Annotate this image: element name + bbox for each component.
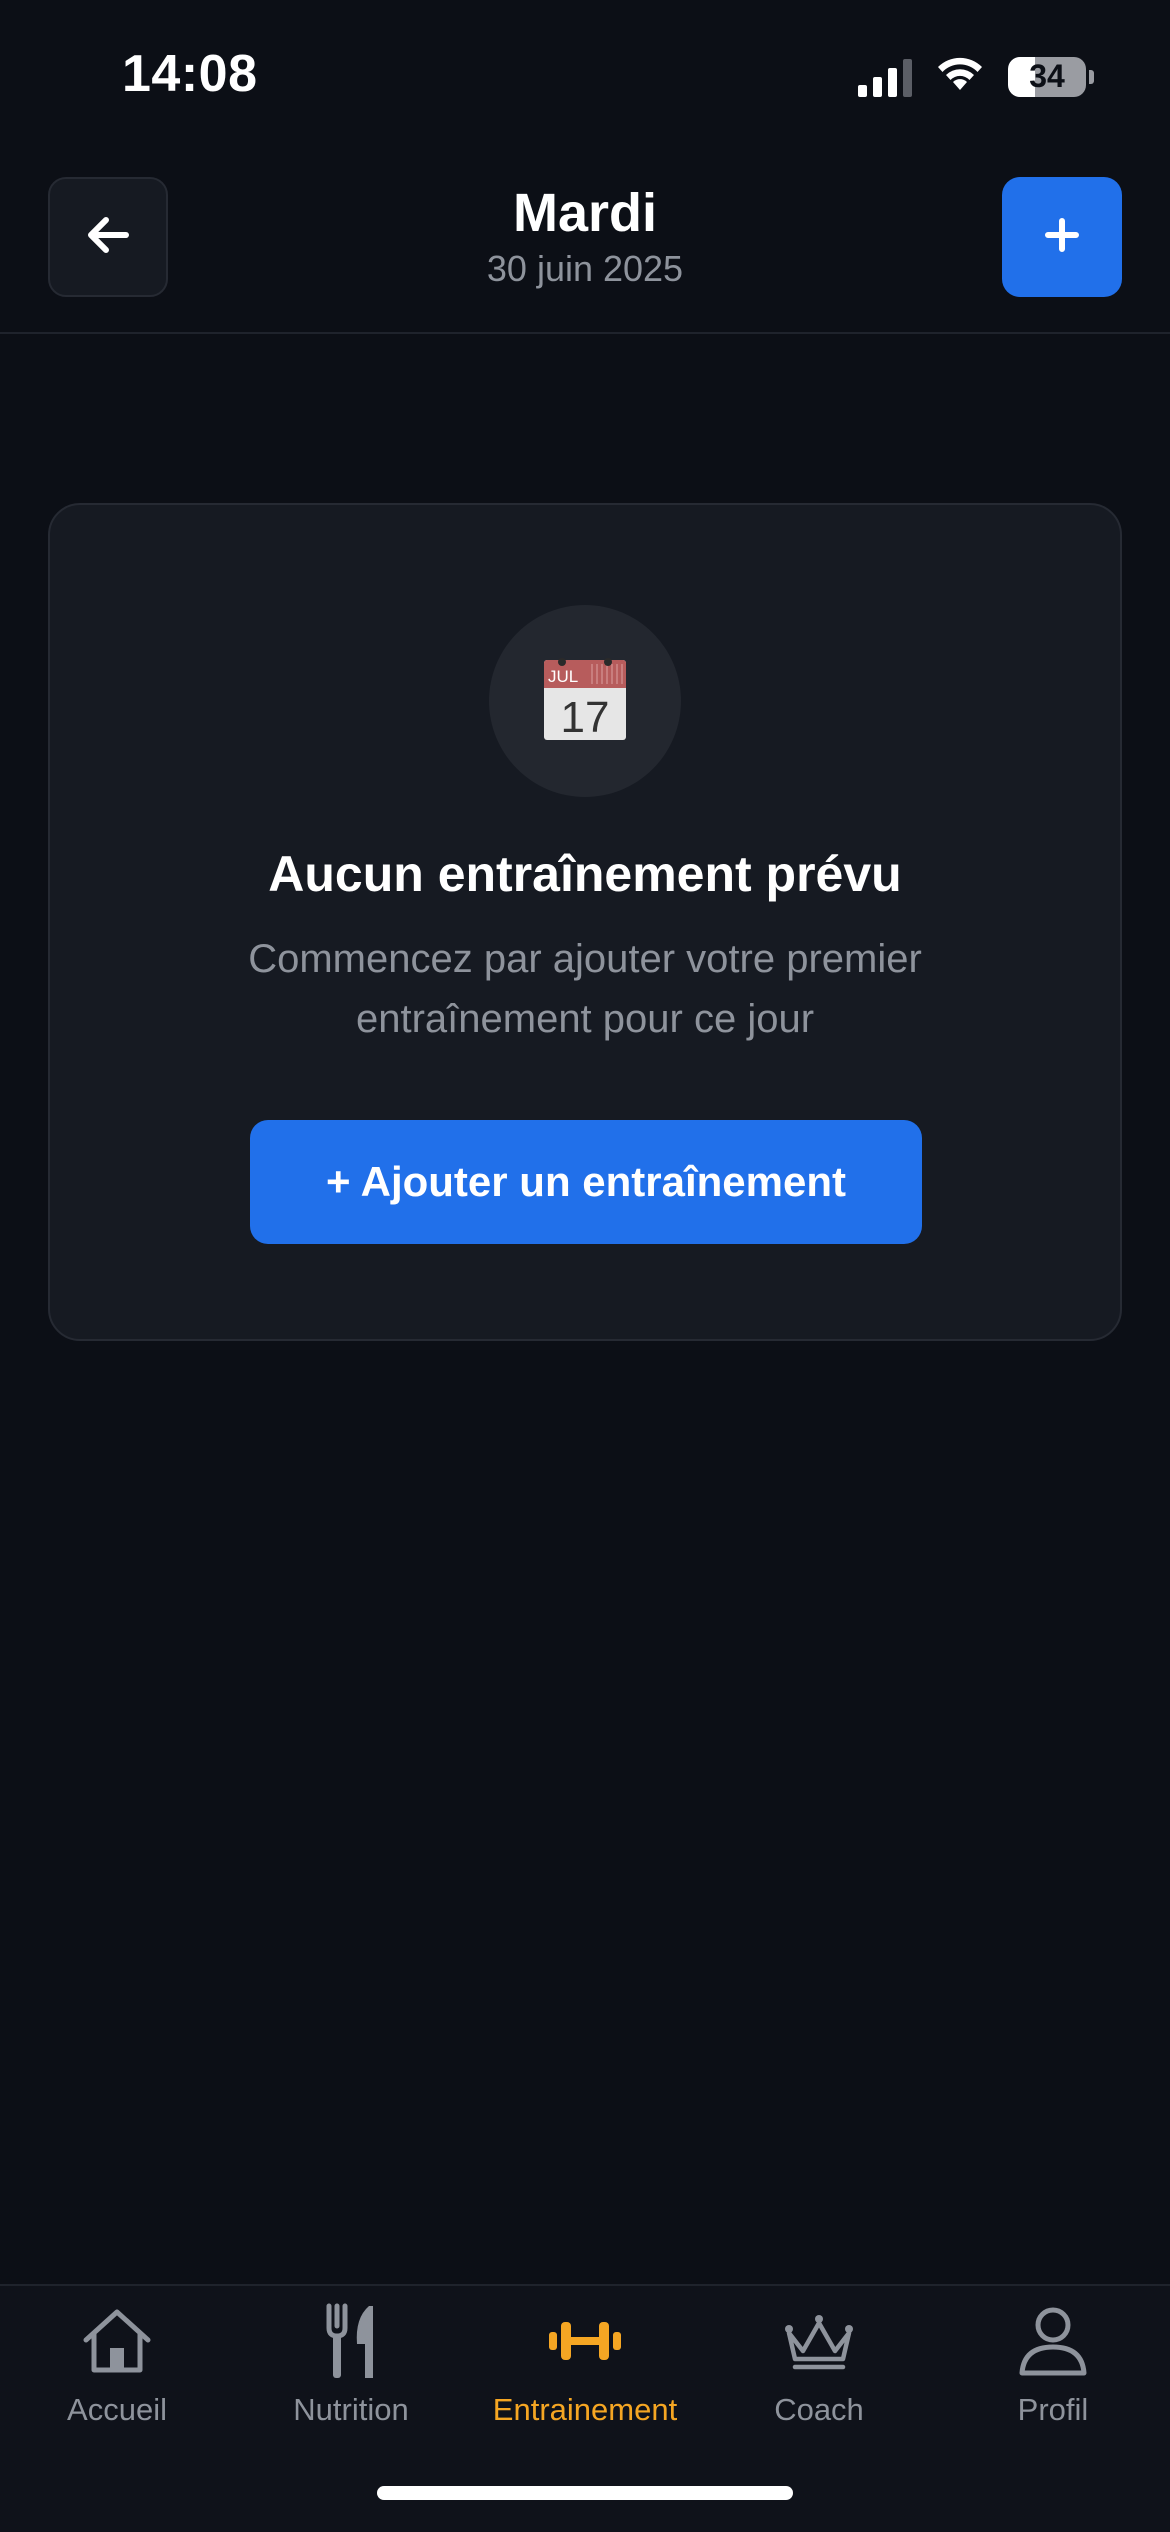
battery-icon: 34 [1008,56,1094,97]
home-indicator [377,2486,793,2500]
empty-state-title: Aucun entraînement prévu [268,846,902,902]
header: Mardi 30 juin 2025 [0,150,1170,334]
tab-label: Nutrition [293,2392,409,2427]
plus-icon [1044,217,1080,258]
battery-level: 34 [1029,58,1065,94]
tab-label: Coach [774,2392,864,2427]
status-bar: 14:08 34 [0,0,1170,150]
home-icon [80,2300,154,2382]
fork-knife-icon [321,2300,381,2382]
dumbbell-icon [547,2300,623,2382]
page-title: Mardi [512,183,658,243]
status-icons: 34 [858,54,1094,99]
tab-nutrition[interactable]: Nutrition [234,2300,468,2440]
add-workout-button[interactable] [1002,177,1122,297]
header-title-group: Mardi 30 juin 2025 [0,180,1170,290]
wifi-icon [934,54,986,99]
status-time: 14:08 [122,45,258,103]
tab-label: Accueil [67,2392,167,2427]
calendar-month: JUL [548,667,578,686]
calendar-day: 17 [561,693,610,742]
tab-accueil[interactable]: Accueil [0,2300,234,2440]
tab-entrainement[interactable]: Entrainement [468,2300,702,2440]
tab-profil[interactable]: Profil [936,2300,1170,2440]
user-icon [1018,2300,1088,2382]
tab-label: Entrainement [492,2392,678,2427]
add-workout-cta-button[interactable]: + Ajouter un entraînement [250,1120,922,1244]
tab-label: Profil [1017,2392,1089,2427]
empty-state-subtitle: Commencez par ajouter votre premier entr… [248,937,922,1041]
page-date: 30 juin 2025 [486,248,684,289]
tab-coach[interactable]: Coach [702,2300,936,2440]
cellular-signal-icon [858,57,912,97]
crown-icon [781,2300,857,2382]
calendar-icon: JUL 17 [540,654,630,749]
workout-day-screen: 14:08 34 Mardi 30 juin 2025 JUL 17 Aucun… [0,0,1170,2532]
calendar-icon-circle: JUL 17 [489,605,681,797]
empty-state-card: JUL 17 Aucun entraînement prévu Commence… [48,503,1122,1341]
